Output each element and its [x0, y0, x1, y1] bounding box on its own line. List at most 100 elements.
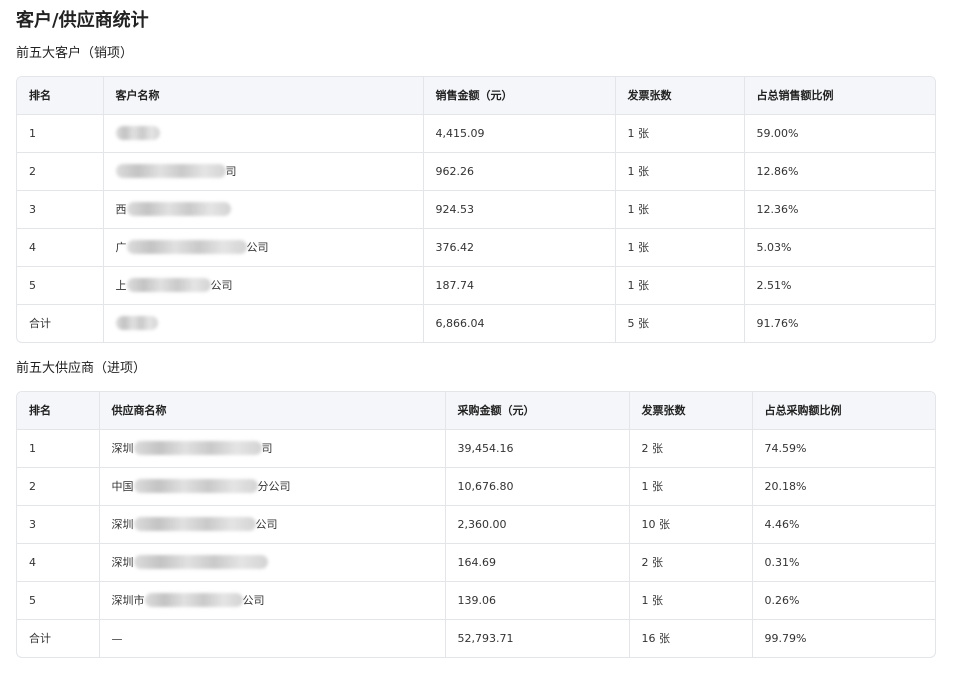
- col-header-invoice-count: 发票张数: [615, 77, 745, 115]
- col-header-sales-amount: 销售金额（元）: [423, 77, 616, 115]
- amount-cell: 924.53: [423, 190, 616, 229]
- amount-cell: 187.74: [423, 266, 616, 305]
- col-header-sales-ratio: 占总销售额比例: [744, 77, 935, 115]
- rank-cell: 3: [17, 505, 100, 544]
- name-prefix: 广: [115, 241, 127, 254]
- table-row: 1 深圳 司 39,454.16 2 张 74.59%: [17, 429, 935, 468]
- amount-cell: 2,360.00: [445, 505, 630, 544]
- amount-cell: 139.06: [445, 581, 630, 620]
- customer-name-cell: 西: [103, 190, 424, 229]
- table-row: 5 上 公司 187.74 1 张 2.51%: [17, 266, 935, 305]
- supplier-name-cell: 中国 分公司: [99, 467, 446, 506]
- ratio-cell: 4.46%: [752, 505, 935, 544]
- amount-cell: 52,793.71: [445, 619, 630, 657]
- invoice-count-cell: 1 张: [615, 152, 745, 191]
- redacted-name: [133, 441, 262, 455]
- table-row: 2 中国 分公司 10,676.80 1 张 20.18%: [17, 467, 935, 506]
- name-prefix: 深圳: [111, 556, 134, 569]
- ratio-cell: 74.59%: [752, 429, 935, 468]
- invoice-count-cell: 1 张: [615, 190, 745, 229]
- name-prefix: 深圳: [111, 518, 134, 531]
- redacted-name: [126, 240, 247, 254]
- name-suffix: 司: [261, 442, 273, 455]
- col-header-customer-name: 客户名称: [103, 77, 424, 115]
- col-header-purchase-amount: 采购金额（元）: [445, 392, 630, 430]
- rank-cell: 2: [17, 467, 100, 506]
- supplier-name-cell: 深圳市 公司: [99, 581, 446, 620]
- invoice-count-cell: 5 张: [615, 304, 745, 342]
- rank-cell: 合计: [17, 304, 104, 342]
- customers-section-title: 前五大客户（销项）: [16, 46, 134, 61]
- invoice-count-cell: 2 张: [629, 429, 753, 468]
- customers-table-wrap: 排名 客户名称 销售金额（元） 发票张数 占总销售额比例 1 4,415.09 …: [16, 76, 936, 343]
- rank-cell: 1: [17, 429, 100, 468]
- ratio-cell: 2.51%: [744, 266, 935, 305]
- ratio-cell: 0.26%: [752, 581, 935, 620]
- redacted-name: [133, 555, 268, 569]
- name-prefix: —: [111, 632, 123, 645]
- name-suffix: 公司: [210, 279, 233, 292]
- stats-page: 客户/供应商统计 前五大客户（销项） 排名 客户名称 销售金额（元） 发票张数 …: [0, 0, 964, 688]
- ratio-cell: 12.86%: [744, 152, 935, 191]
- customer-name-cell: 司: [103, 152, 424, 191]
- invoice-count-cell: 2 张: [629, 543, 753, 582]
- amount-cell: 962.26: [423, 152, 616, 191]
- amount-cell: 39,454.16: [445, 429, 630, 468]
- redacted-name: [126, 202, 231, 216]
- invoice-count-cell: 1 张: [615, 228, 745, 267]
- customer-name-cell: 广 公司: [103, 228, 424, 267]
- amount-cell: 376.42: [423, 228, 616, 267]
- suppliers-table: 排名 供应商名称 采购金额（元） 发票张数 占总采购额比例 1 深圳 司 39,4…: [17, 392, 935, 657]
- customer-name-cell: 上 公司: [103, 266, 424, 305]
- rank-cell: 3: [17, 190, 104, 229]
- ratio-cell: 99.79%: [764, 631, 807, 645]
- supplier-name-cell: 深圳 司: [99, 429, 446, 468]
- total-row: 合计 — 52,793.71 16 张 99.79%: [17, 619, 935, 657]
- name-prefix: 西: [115, 203, 127, 216]
- col-header-supplier-name: 供应商名称: [99, 392, 446, 430]
- customer-name-cell: [103, 304, 424, 342]
- table-row: 5 深圳市 公司 139.06 1 张 0.26%: [17, 581, 935, 620]
- col-header-purchase-ratio: 占总采购额比例: [752, 392, 935, 430]
- customers-table: 排名 客户名称 销售金额（元） 发票张数 占总销售额比例 1 4,415.09 …: [17, 77, 935, 342]
- redacted-name: [115, 126, 160, 140]
- invoice-count-cell: 1 张: [629, 467, 753, 506]
- total-row: 合计 6,866.04 5 张 91.76%: [17, 304, 935, 342]
- col-header-rank: 排名: [17, 392, 100, 430]
- suppliers-section-title: 前五大供应商（进项）: [16, 361, 147, 376]
- table-row: 4 深圳 164.69 2 张 0.31%: [17, 543, 935, 582]
- rank-cell: 合计: [17, 619, 100, 657]
- invoice-count-cell: 10 张: [629, 505, 753, 544]
- name-suffix: 司: [225, 165, 237, 178]
- table-row: 3 西 924.53 1 张 12.36%: [17, 190, 935, 229]
- table-row: 2 司 962.26 1 张 12.86%: [17, 152, 935, 191]
- rank-cell: 4: [17, 543, 100, 582]
- rank-cell: 5: [17, 266, 104, 305]
- amount-cell: 4,415.09: [423, 114, 616, 153]
- redacted-name: [133, 479, 258, 493]
- suppliers-header-row: 排名 供应商名称 采购金额（元） 发票张数 占总采购额比例: [17, 392, 935, 430]
- supplier-name-cell: —: [99, 619, 446, 657]
- invoice-count-cell: 1 张: [629, 581, 753, 620]
- name-suffix: 公司: [246, 241, 269, 254]
- name-prefix: 上: [115, 279, 127, 292]
- amount-cell: 6,866.04: [423, 304, 616, 342]
- amount-cell: 164.69: [445, 543, 630, 582]
- customers-header-row: 排名 客户名称 销售金额（元） 发票张数 占总销售额比例: [17, 77, 935, 115]
- name-suffix: 公司: [242, 594, 265, 607]
- ratio-cell: 0.31%: [752, 543, 935, 582]
- ratio-cell: 12.36%: [744, 190, 935, 229]
- table-row: 4 广 公司 376.42 1 张 5.03%: [17, 228, 935, 267]
- invoice-count-cell: 16 张: [629, 619, 753, 657]
- name-prefix: 深圳: [111, 442, 134, 455]
- rank-cell: 2: [17, 152, 104, 191]
- ratio-cell: 5.03%: [744, 228, 935, 267]
- ratio-cell: 59.00%: [744, 114, 935, 153]
- ratio-cell: 91.76%: [756, 316, 799, 330]
- amount-cell: 10,676.80: [445, 467, 630, 506]
- supplier-name-cell: 深圳 公司: [99, 505, 446, 544]
- ratio-cell: 20.18%: [752, 467, 935, 506]
- name-suffix: 分公司: [257, 480, 291, 493]
- name-prefix: 深圳市: [111, 594, 145, 607]
- table-row: 3 深圳 公司 2,360.00 10 张 4.46%: [17, 505, 935, 544]
